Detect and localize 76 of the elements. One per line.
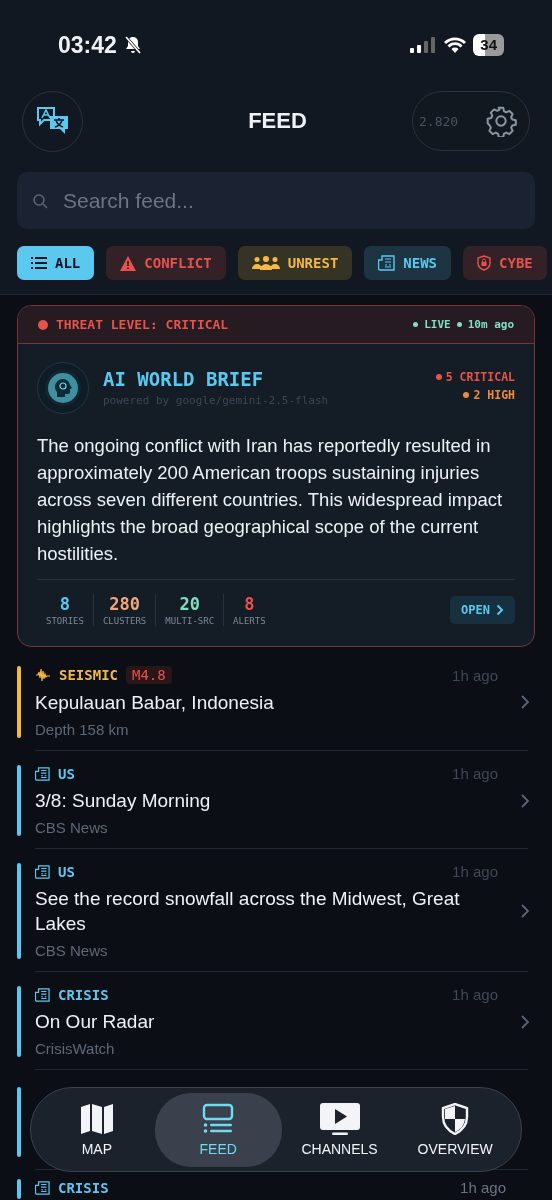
chevron-right-icon xyxy=(496,604,504,616)
magnitude-badge: M4.8 xyxy=(126,666,172,684)
video-player-icon xyxy=(319,1102,360,1135)
filter-chip[interactable]: CONFLICT xyxy=(106,246,226,280)
map-icon xyxy=(79,1102,114,1135)
tab-button[interactable]: CHANNELS xyxy=(281,1092,398,1167)
severity-count: 5 CRITICAL xyxy=(445,370,515,384)
newspaper-icon xyxy=(35,1180,50,1195)
item-source: CBS News xyxy=(35,942,109,959)
brief-age: 10m ago xyxy=(467,318,514,331)
chevron-right-icon xyxy=(520,903,530,919)
item-time: 1h ago xyxy=(452,765,498,782)
threat-level: THREAT LEVEL: CRITICAL xyxy=(56,317,229,332)
stat-label: MULTI-SRC xyxy=(165,616,215,626)
item-title: 3/8: Sunday Morning xyxy=(35,789,212,813)
item-category: US xyxy=(58,863,75,880)
item-category: SEISMIC xyxy=(59,667,118,683)
newspaper-icon xyxy=(35,864,50,879)
chevron-right-icon xyxy=(520,792,530,809)
chevron-right-icon xyxy=(520,1013,530,1030)
item-source: CrisisWatch xyxy=(35,1040,116,1057)
tab-button[interactable]: OVERVIEW xyxy=(397,1092,513,1167)
search-field[interactable]: Search feed... xyxy=(17,172,535,229)
live-dot-icon xyxy=(413,322,419,327)
shield-icon xyxy=(441,1102,470,1135)
brief-title: AI WORLD BRIEF xyxy=(103,368,265,390)
live-label: LIVE xyxy=(424,318,451,331)
list-icon xyxy=(31,256,47,270)
chevron-right-icon xyxy=(520,694,530,710)
item-title: Kepulauan Babar, Indonesia xyxy=(35,691,275,715)
item-category: CRISIS xyxy=(58,986,109,1003)
stat-label: ALERTS xyxy=(233,616,266,626)
filter-chip[interactable]: NEWS xyxy=(364,246,452,280)
filter-chip[interactable]: CYBE xyxy=(463,246,547,280)
signal-icon xyxy=(409,36,438,54)
newspaper-icon xyxy=(35,987,50,1002)
item-source: CBS News xyxy=(35,819,109,836)
item-time: 1h ago xyxy=(452,986,498,1003)
stat-value: 280 xyxy=(109,594,140,614)
wifi-icon xyxy=(443,36,468,54)
item-title: On Our Radar xyxy=(35,1010,156,1034)
brain-avatar-icon xyxy=(37,362,89,414)
tab-button[interactable]: FEED xyxy=(154,1092,282,1167)
bell-muted-icon xyxy=(122,35,143,55)
warning-icon xyxy=(120,255,137,271)
stat-label: CLUSTERS xyxy=(102,616,147,626)
shield-lock-icon xyxy=(477,255,492,271)
newspaper-icon xyxy=(35,766,50,781)
filter-chip[interactable]: ALL xyxy=(17,246,95,280)
status-time: 03:42 xyxy=(58,31,117,59)
item-category: CRISIS xyxy=(58,1179,109,1196)
feed-icon xyxy=(202,1102,235,1135)
page-title: FEED xyxy=(248,108,307,134)
item-source: Depth 158 km xyxy=(35,721,130,738)
waveform-icon xyxy=(35,668,51,682)
people-icon xyxy=(251,256,280,270)
stat-value: 8 xyxy=(244,594,255,614)
translate-icon xyxy=(35,106,70,136)
item-time: 1h ago xyxy=(452,666,498,684)
brief-summary: The ongoing conflict with Iran has reportedly resulted in approximately 200 American troops sustaining injuries across seven different countries. This widespread impact highlights the broad geographical scope of the current hostilities. xyxy=(37,432,515,580)
stat-value: 8 xyxy=(59,594,71,614)
item-time: 1h ago xyxy=(452,863,498,880)
tab-button[interactable]: MAP xyxy=(39,1092,155,1167)
severity-count: 2 HIGH xyxy=(473,388,515,402)
filter-chip[interactable]: UNREST xyxy=(237,246,353,280)
item-category: US xyxy=(58,765,75,782)
stat-label: STORIES xyxy=(46,616,84,626)
live-dot-icon xyxy=(456,322,462,327)
open-button[interactable]: OPEN xyxy=(450,596,515,624)
search-icon xyxy=(32,193,48,209)
item-title: See the record snowfall across the Midwest, Great Lakes xyxy=(35,887,461,936)
stat-value: 20 xyxy=(179,594,200,614)
item-time: 1h ago xyxy=(460,1179,506,1196)
settings-icon xyxy=(485,105,517,137)
newspaper-icon xyxy=(378,255,396,271)
alert-dot-icon xyxy=(38,319,48,330)
